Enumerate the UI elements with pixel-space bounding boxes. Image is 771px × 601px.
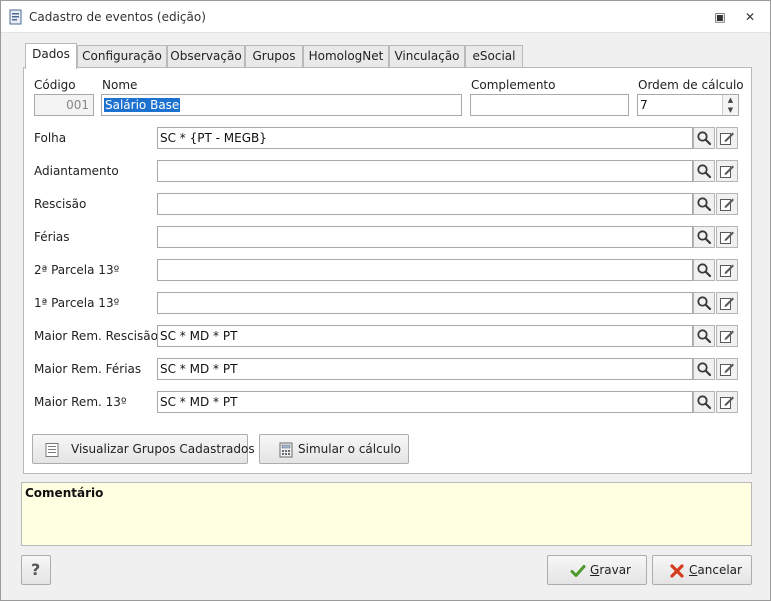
formula-label: Maior Rem. Rescisão [34, 329, 158, 343]
formula-label: Rescisão [34, 197, 87, 211]
window-title: Cadastro de eventos (edição) [29, 10, 206, 24]
complemento-field[interactable] [470, 94, 629, 116]
ordem-calculo-value: 7 [640, 98, 648, 112]
ordem-calculo-stepper[interactable]: 7 ▲ ▼ [637, 94, 739, 116]
gravar-label: Gravar [590, 563, 631, 577]
simular-calculo-label: Simular o cálculo [298, 442, 402, 456]
edit-icon[interactable] [716, 292, 738, 314]
visualizar-grupos-button[interactable]: Visualizar Grupos Cadastrados [32, 434, 255, 464]
edit-icon[interactable] [716, 226, 738, 248]
edit-icon[interactable] [716, 193, 738, 215]
complemento-label: Complemento [471, 78, 556, 92]
formula-field[interactable] [157, 226, 693, 248]
checkmark-icon [570, 565, 586, 577]
spin-up-icon[interactable]: ▲ [723, 95, 738, 105]
formula-label: 2ª Parcela 13º [34, 263, 120, 277]
formula-field[interactable] [157, 259, 693, 281]
help-icon: ? [31, 560, 41, 579]
spin-down-icon[interactable]: ▼ [723, 105, 738, 115]
tab-homolognet[interactable]: HomologNet [303, 45, 389, 68]
ordem-calculo-label: Ordem de cálculo [638, 78, 744, 92]
app-form-icon [9, 9, 22, 25]
nome-selected-text: Salário Base [104, 98, 181, 112]
dados-panel: Código Nome Complemento Ordem de cálculo… [23, 67, 752, 474]
calculator-icon [279, 442, 293, 458]
help-button[interactable]: ? [21, 555, 51, 585]
edit-icon[interactable] [716, 160, 738, 182]
formula-label: Maior Rem. Férias [34, 362, 142, 376]
comentario-memo[interactable]: Comentário [21, 482, 752, 546]
cancelar-button[interactable]: Cancelar [652, 555, 752, 585]
simular-calculo-button[interactable]: Simular o cálculo [259, 434, 409, 464]
codigo-label: Código [34, 78, 76, 92]
search-icon[interactable] [693, 160, 715, 182]
formula-field[interactable]: SC * MD * PT [157, 325, 693, 347]
search-icon[interactable] [693, 358, 715, 380]
formula-field[interactable]: SC * MD * PT [157, 391, 693, 413]
tab-observacao[interactable]: Observação [167, 45, 245, 68]
formula-field[interactable]: SC * {PT - MEGB} [157, 127, 693, 149]
ordem-calculo-spinner[interactable]: ▲ ▼ [722, 95, 738, 115]
formula-label: Férias [34, 230, 70, 244]
formula-label: Adiantamento [34, 164, 119, 178]
search-icon[interactable] [693, 193, 715, 215]
search-icon[interactable] [693, 325, 715, 347]
title-bar: Cadastro de eventos (edição) ▣ ✕ [1, 1, 770, 33]
tab-configuracao[interactable]: Configuração [77, 45, 167, 68]
search-icon[interactable] [693, 259, 715, 281]
search-icon[interactable] [693, 292, 715, 314]
nome-label: Nome [102, 78, 138, 92]
list-icon [45, 443, 59, 457]
tab-vinculacao[interactable]: Vinculação [389, 45, 465, 68]
codigo-field: 001 [34, 94, 94, 116]
event-edit-window: Cadastro de eventos (edição) ▣ ✕ Dados C… [0, 0, 771, 601]
formula-label: 1ª Parcela 13º [34, 296, 120, 310]
edit-icon[interactable] [716, 358, 738, 380]
close-window-button[interactable]: ✕ [741, 8, 759, 26]
gravar-button[interactable]: Gravar [547, 555, 647, 585]
formula-field[interactable] [157, 160, 693, 182]
tab-grupos[interactable]: Grupos [245, 45, 303, 68]
search-icon[interactable] [693, 127, 715, 149]
tab-dados[interactable]: Dados [25, 43, 77, 69]
search-icon[interactable] [693, 226, 715, 248]
tab-esocial[interactable]: eSocial [465, 45, 523, 68]
edit-icon[interactable] [716, 391, 738, 413]
visualizar-grupos-label: Visualizar Grupos Cadastrados [71, 442, 255, 456]
formula-field[interactable]: SC * MD * PT [157, 358, 693, 380]
formula-field[interactable] [157, 292, 693, 314]
comentario-label: Comentário [25, 486, 104, 500]
formula-label: Maior Rem. 13º [34, 395, 127, 409]
edit-icon[interactable] [716, 127, 738, 149]
restore-window-button[interactable]: ▣ [711, 8, 729, 26]
nome-field[interactable]: Salário Base [101, 94, 462, 116]
formula-label: Folha [34, 131, 67, 145]
edit-icon[interactable] [716, 259, 738, 281]
search-icon[interactable] [693, 391, 715, 413]
cancel-x-icon [670, 564, 684, 578]
cancelar-label: Cancelar [689, 563, 742, 577]
formula-field[interactable] [157, 193, 693, 215]
edit-icon[interactable] [716, 325, 738, 347]
